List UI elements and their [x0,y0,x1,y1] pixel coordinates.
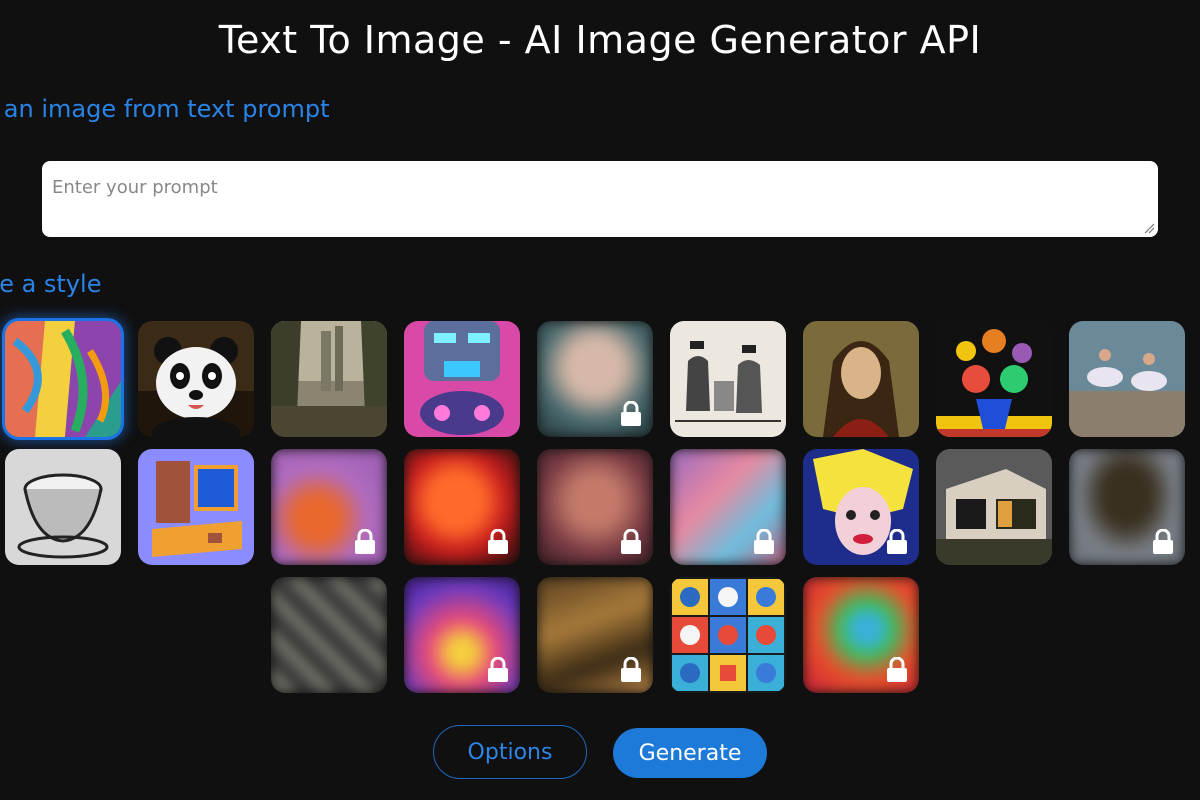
style-tile-isometric-computer[interactable] [138,449,254,565]
lock-icon [621,529,641,554]
ballet-dancers-image [1069,321,1185,437]
lock-icon [488,657,508,682]
prompt-input[interactable] [42,161,1158,237]
style-tile-woman-statue[interactable] [537,449,653,565]
style-tile-gray-texture[interactable] [271,577,387,693]
style-tile-dragon-rainbow[interactable] [803,577,919,693]
lock-icon [355,529,375,554]
flower-vase-image [936,321,1052,437]
renaissance-portrait-image [803,321,919,437]
subtitle: te an image from text prompt [0,95,330,123]
robot-image [404,321,520,437]
lock-icon [621,401,641,426]
sketch-men-image [670,321,786,437]
style-tile-sketch-men[interactable] [670,321,786,437]
lock-icon [887,529,907,554]
style-tile-panda[interactable] [138,321,254,437]
style-tile-pop-art-portrait[interactable] [803,449,919,565]
style-tile-flower-vase[interactable] [936,321,1052,437]
resize-handle-icon[interactable] [1143,222,1155,234]
modern-house-image [936,449,1052,565]
crypto-icons-image [670,577,786,693]
style-tile-pastel-sky[interactable] [670,449,786,565]
gray-texture-image [271,577,387,693]
style-tile-robot[interactable] [404,321,520,437]
style-tile-crypto-icons[interactable] [670,577,786,693]
style-tile-dark-cloud[interactable] [1069,449,1185,565]
style-tile-engraved-cup[interactable] [5,449,121,565]
options-button[interactable]: Options [433,725,587,779]
style-tile-fox[interactable] [271,449,387,565]
style-tile-portrait-woman[interactable] [537,321,653,437]
lock-icon [488,529,508,554]
style-tile-forest-landscape[interactable] [271,321,387,437]
lock-icon [1153,529,1173,554]
style-label: ose a style [0,270,102,298]
generate-button[interactable]: Generate [613,728,767,778]
style-tile-rabbit-neon[interactable] [404,577,520,693]
style-tile-red-figure[interactable] [404,449,520,565]
lock-icon [887,657,907,682]
lock-icon [754,529,774,554]
lock-icon [621,657,641,682]
isometric-computer-image [138,449,254,565]
style-tile-renaissance-portrait[interactable] [803,321,919,437]
style-tile-brown-abstract[interactable] [537,577,653,693]
style-tile-ballet-dancers[interactable] [1069,321,1185,437]
panda-image [138,321,254,437]
style-tile-abstract-painting[interactable] [5,321,121,437]
style-tile-modern-house[interactable] [936,449,1052,565]
page-title: Text To Image - AI Image Generator API [218,18,982,62]
forest-landscape-image [271,321,387,437]
abstract-painting-image [5,321,121,437]
engraved-cup-image [5,449,121,565]
